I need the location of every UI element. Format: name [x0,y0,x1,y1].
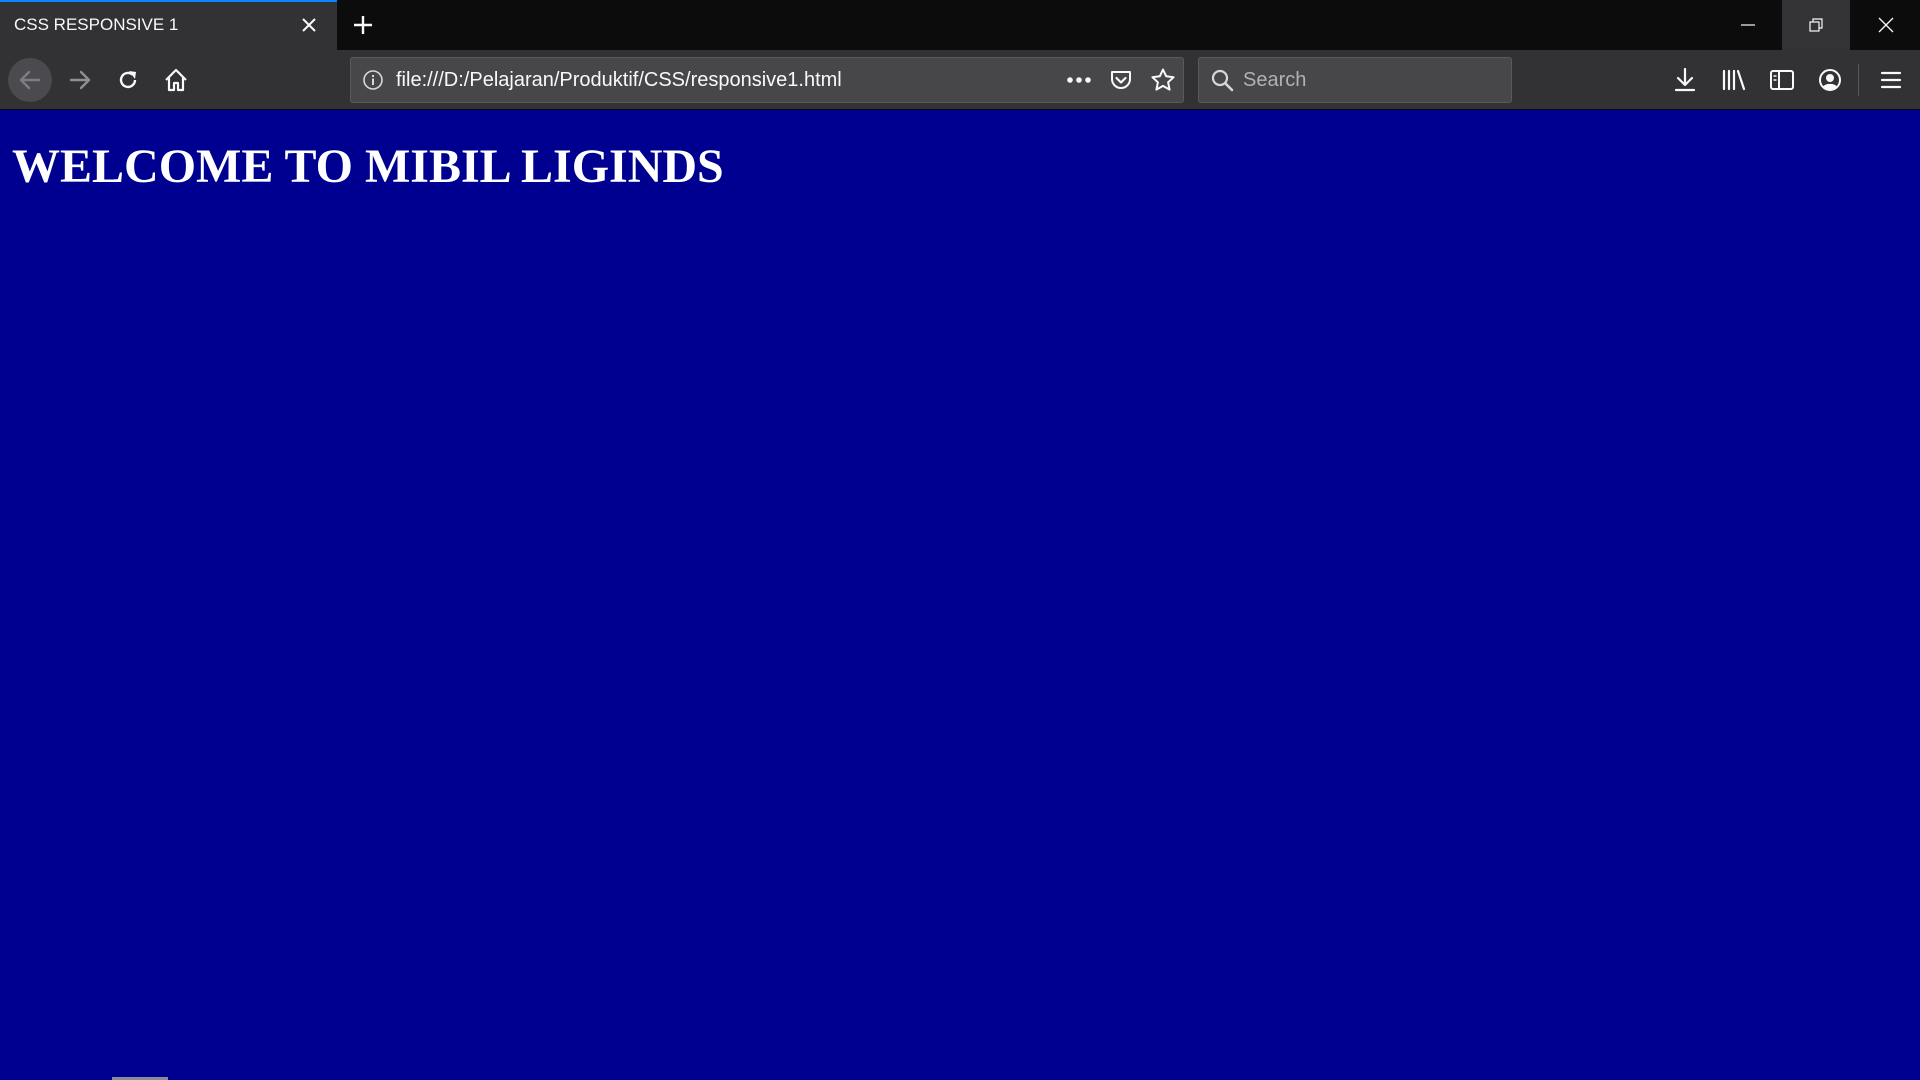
pocket-icon [1111,71,1131,89]
arrow-right-icon [69,70,91,90]
account-icon [1819,69,1841,91]
search-bar[interactable] [1198,57,1512,103]
plus-icon [354,16,372,34]
search-input[interactable] [1243,58,1493,102]
site-info-button[interactable] [359,66,387,94]
download-icon [1674,67,1696,92]
reload-icon [119,71,137,89]
tab-css-responsive[interactable]: CSS RESPONSIVE 1 [0,0,337,50]
navigation-toolbar: file:///D:/Pelajaran/Produktif/CSS/respo… [0,50,1920,110]
info-icon [363,70,383,90]
minimize-icon [1741,24,1755,26]
url-text[interactable]: file:///D:/Pelajaran/Produktif/CSS/respo… [396,58,842,102]
title-bar: CSS RESPONSIVE 1 [0,0,1920,50]
main-menu-button[interactable] [1869,58,1913,102]
back-button[interactable] [8,58,52,102]
url-bar[interactable]: file:///D:/Pelajaran/Produktif/CSS/respo… [350,57,1184,103]
reload-button[interactable] [106,58,150,102]
library-icon [1722,69,1746,91]
restore-button[interactable] [1782,0,1850,50]
arrow-left-icon [19,70,41,90]
tab-close-button[interactable] [295,11,323,39]
account-button[interactable] [1808,58,1852,102]
hamburger-menu-icon [1880,71,1902,89]
sidebar-button[interactable] [1760,58,1804,102]
more-horizontal-icon [1067,77,1091,83]
downloads-button[interactable] [1663,58,1707,102]
new-tab-button[interactable] [347,9,379,41]
toolbar-separator [1858,64,1859,96]
page-content: WELCOME TO MIBIL LIGINDS [0,110,1920,1080]
pocket-button[interactable] [1105,64,1137,96]
home-button[interactable] [154,58,198,102]
window-close-button[interactable] [1852,0,1920,50]
close-icon [1878,17,1894,33]
search-icon [1209,67,1235,93]
page-actions-button[interactable] [1063,64,1095,96]
library-button[interactable] [1712,58,1756,102]
minimize-button[interactable] [1714,0,1782,50]
restore-icon [1809,18,1823,32]
page-heading: WELCOME TO MIBIL LIGINDS [12,140,724,193]
tab-title: CSS RESPONSIVE 1 [14,15,179,34]
home-icon [165,68,187,92]
sidebar-icon [1770,70,1794,90]
bookmark-star-button[interactable] [1147,64,1179,96]
close-icon [302,18,316,32]
star-icon [1151,68,1175,91]
forward-button[interactable] [58,58,102,102]
